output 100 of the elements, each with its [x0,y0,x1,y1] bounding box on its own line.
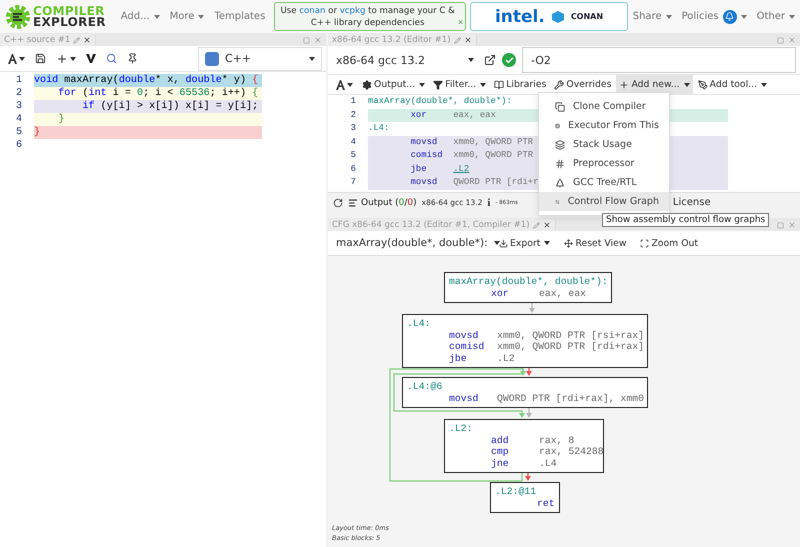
save-icon [35,53,46,64]
nav-menu[interactable]: Share [628,6,677,28]
close-icon[interactable] [464,36,472,44]
menu-item[interactable]: GCC Tree/RTL [539,173,669,192]
caret-icon [480,82,486,86]
menu-item[interactable]: Preprocessor [539,154,669,173]
line-number: 1 [350,95,357,108]
nav-menu[interactable]: Other [752,6,800,28]
toolbar-button[interactable]: Export [496,234,554,252]
caret-icon [309,56,315,60]
close-icon[interactable] [542,221,551,229]
nav-link[interactable]: Templates [209,6,270,28]
toolbar-button[interactable]: Overrides [551,75,614,94]
line-number: 6 [14,139,23,152]
language-label: C++ [225,52,252,65]
menu-item[interactable]: Clone Compiler [539,97,669,116]
graph-node[interactable]: .L2:@11 ret [490,482,560,513]
line-number: 2 [14,87,23,100]
move-icon [564,238,574,248]
line-number: 3 [350,122,357,135]
caret-icon [154,14,160,18]
nav-menu[interactable]: Policies [676,6,752,28]
line-number: 1 [14,74,23,87]
nav-menu[interactable]: Add... [116,6,165,28]
toolbar-button[interactable]: Zoom Out [637,234,702,252]
logo-text: COMPILER [33,6,105,16]
caret-icon [761,82,768,86]
toolbar-button[interactable]: Add tool... [694,75,770,94]
tree-icon [555,178,565,188]
tooltip: Show assembly control flow graphs [602,213,770,227]
caret-icon [666,14,672,18]
banner-link[interactable]: conan [299,6,326,16]
caret-icon [740,14,747,18]
pen-icon [698,80,708,90]
document-icon [348,198,358,208]
output-button[interactable]: Output (0/0) [348,198,417,208]
toolbar-button[interactable]: Reset View [561,234,630,252]
tab-label: x86-64 gcc 13.2 (Editor #1) [332,35,451,45]
logo-icon [6,4,30,30]
graph-node[interactable]: .L2: add rax, 8 cmp rax, 524288 jne .L4 [444,419,604,473]
refresh-icon[interactable] [333,198,343,208]
line-number: 3 [14,100,23,113]
graph-node[interactable]: .L4:@6 movsd QWORD PTR [rdi+rax], xmm0 [402,377,648,408]
wrench-icon [554,80,564,90]
toolbar-button[interactable]: Filter... [430,75,490,94]
tab-label: CFG x86-64 gcc 13.2 (Editor #1, Compiler #1) [332,220,530,230]
sponsor-banner[interactable]: intel. CONAN [470,2,628,31]
search-icon [106,53,117,64]
language-select[interactable]: C++ [198,46,322,70]
caret-icon [494,241,500,245]
caret-icon [19,56,25,60]
toolbar-button[interactable]: Libraries [491,75,550,94]
caret-icon [198,14,204,18]
hash-icon [555,158,565,168]
toolbar-button[interactable]: Output... [359,75,428,94]
caret-icon [347,82,353,86]
layers-icon [555,140,565,150]
book-icon [494,80,504,90]
cube-icon [550,10,565,24]
tab-label: C++ source #1 [4,35,70,45]
caret-icon [684,82,690,86]
compiler-label: x86-64 gcc 13.2 [336,54,426,66]
plus-icon [619,80,630,90]
font-icon [336,80,345,90]
function-select[interactable]: maxArray(double*, double*): [328,231,488,255]
caret-icon [419,82,426,86]
banner-link[interactable]: vcpkg [340,6,366,16]
logo-text: EXPLORER [33,16,106,28]
plus-icon [56,52,68,64]
line-number: 5 [14,126,23,139]
popout-icon[interactable] [484,54,496,66]
line-number: 2 [350,108,357,122]
graph-node[interactable]: .L4: movsd xmm0, QWORD PTR [rsi+rax] comisd xmm0, QWORD PTR [rdi+rax] jbe .L2 [402,314,648,368]
download-icon [499,238,508,248]
cpp-logo-icon [205,52,219,66]
close-icon[interactable] [83,36,92,44]
line-number: 4 [14,113,23,126]
options-field[interactable]: -O2 [522,47,796,73]
caret-icon [789,14,795,18]
sponsor-logo-text: CONAN [570,12,604,21]
sponsor-logo-text: intel. [494,6,545,26]
vim-icon [86,54,96,63]
compiler-select[interactable]: x86-64 gcc 13.2 [332,49,478,71]
menu-item[interactable]: Stack Usage [539,135,669,154]
line-number: 4 [350,136,357,148]
caret-icon [544,241,550,245]
line-number: 6 [350,162,357,176]
line-number: 5 [350,149,357,162]
license-link[interactable]: License [672,197,711,208]
banner-text: Use conan or vcpkg to manage your C & C++ library dependencies [280,4,456,28]
filter-icon [433,80,444,90]
gear-icon [362,80,372,90]
toolbar-button[interactable]: Add new... [616,75,693,94]
caret-icon [468,58,474,62]
line-number: 7 [350,176,357,189]
graph-node[interactable]: maxArray(double*, double*): xor eax, eax [444,272,612,303]
menu-item[interactable]: Executor From This [539,116,669,135]
nav-menu[interactable]: More [164,6,210,28]
info-icon[interactable]: i [487,196,490,208]
menu-item[interactable]: Control Flow Graph [539,192,669,211]
